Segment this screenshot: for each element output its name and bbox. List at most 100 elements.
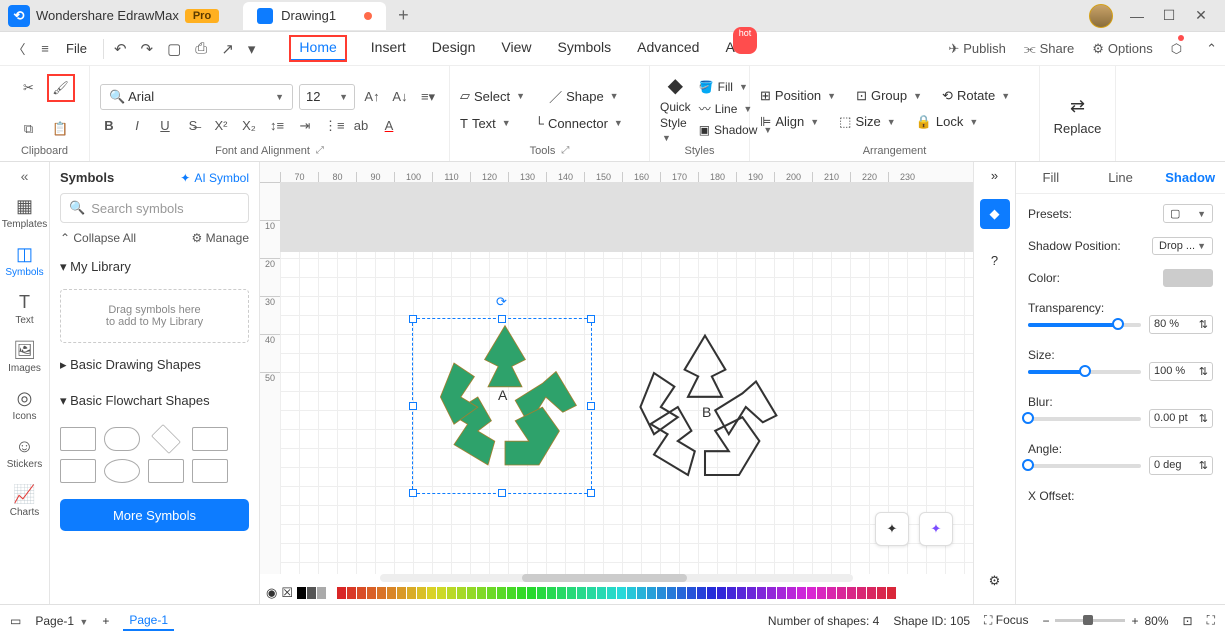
expand-icon[interactable]: ⤢ [561,145,569,157]
dock-text[interactable]: TText [3,286,47,332]
connector-tool[interactable]: └ Connector▼ [535,116,623,131]
dock-collapse-button[interactable]: « [21,168,29,184]
flowchart-shapes-section[interactable]: ▾ Basic Flowchart Shapes [60,387,249,415]
underline-button[interactable]: U [156,118,174,133]
undo-button[interactable]: ↶ [114,40,127,58]
replace-button[interactable]: ⇄ Replace [1050,72,1105,159]
tab-home[interactable]: Home [289,35,346,62]
symbol-search-input[interactable]: 🔍Search symbols [60,193,249,223]
share-button[interactable]: ⫘Share [1024,41,1074,57]
minimize-button[interactable]: — [1121,2,1153,30]
tab-insert[interactable]: Insert [369,35,408,62]
ai-float-button[interactable]: ✦ [919,512,953,546]
text-case-button[interactable]: ab [352,118,370,133]
basic-shapes-section[interactable]: ▸ Basic Drawing Shapes [60,351,249,379]
close-button[interactable]: ✕ [1185,2,1217,30]
superscript-button[interactable]: X² [212,118,230,133]
page-tab[interactable]: Page-1 [123,611,174,631]
shape-tool[interactable]: ／ Shape▼ [549,87,619,106]
paste-button[interactable]: 📋 [49,117,73,141]
avatar[interactable] [1089,4,1113,28]
tab-advanced[interactable]: Advanced [635,35,701,62]
shadow-position-select[interactable]: Drop ...▼ [1152,237,1213,255]
document-tab[interactable]: Drawing1 [243,2,386,30]
manage-button[interactable]: ⚙ Manage [192,231,249,245]
select-tool[interactable]: ▱ Select▼ [460,87,525,106]
color-palette[interactable] [297,587,896,599]
blur-value[interactable]: 0.00 pt⇅ [1149,409,1213,428]
transparency-slider[interactable] [1028,323,1141,327]
selection-box[interactable] [412,318,592,494]
zoom-in-button[interactable]: + [1131,614,1138,628]
italic-button[interactable]: I [128,118,146,133]
shape-diamond[interactable] [151,424,181,454]
shadow-color-select[interactable] [1163,269,1213,287]
options-button[interactable]: ⚙Options [1092,41,1152,57]
back-button[interactable]: 〈 [8,39,30,58]
font-color-button[interactable]: A [380,118,398,133]
prop-tab-shadow[interactable]: Shadow [1155,162,1225,193]
collapse-all-button[interactable]: ⌃ Collapse All [60,231,136,245]
subscript-button[interactable]: X₂ [240,118,258,133]
dock-images[interactable]: 🖼Images [3,334,47,380]
font-size-select[interactable]: 12▼ [299,84,355,110]
shadow-size-slider[interactable] [1028,370,1141,374]
qat-more-button[interactable]: ▾ [248,40,256,58]
blur-slider[interactable] [1028,417,1141,421]
shape-rect3[interactable] [60,459,96,483]
tab-design[interactable]: Design [430,35,478,62]
bullets-button[interactable]: ⋮≡ [324,118,342,134]
dock-charts[interactable]: 📈Charts [3,478,47,524]
file-menu[interactable]: File [60,41,93,56]
shape-rect[interactable] [60,427,96,451]
shadow-size-value[interactable]: 100 %⇅ [1149,362,1213,381]
align-button[interactable]: ≡▾ [417,89,439,105]
beautify-button[interactable]: ✦ [875,512,909,546]
zoom-control[interactable]: − + 80% [1042,614,1168,628]
add-page-button[interactable]: + [102,614,109,628]
cut-button[interactable]: ✂ [17,76,41,100]
eyedropper-icon[interactable]: ◉ [266,585,277,601]
strike-button[interactable]: S̶ [184,118,202,133]
position-button[interactable]: ⊞ Position▼ [760,88,836,104]
save-button[interactable]: ▢ [167,40,181,58]
rotation-handle[interactable]: ⟳ [496,294,507,310]
fit-page-button[interactable]: ⊡ [1183,614,1193,628]
collapse-ribbon-button[interactable]: ⌃ [1206,41,1217,57]
hamburger-icon[interactable]: ≡ [34,41,56,56]
transparency-value[interactable]: 80 %⇅ [1149,315,1213,334]
my-library-dropzone[interactable]: Drag symbols hereto add to My Library [60,289,249,343]
no-color-swatch[interactable]: ☒ [281,585,293,601]
size-button[interactable]: ⬚ Size▼ [839,114,896,130]
copy-button[interactable]: ⧉ [17,117,41,141]
shape-rounded[interactable] [104,427,140,451]
angle-slider[interactable] [1028,464,1141,468]
dock-icons[interactable]: ◎Icons [3,382,47,428]
shape-data[interactable] [192,459,228,483]
help-button[interactable]: ? [980,245,1010,275]
indent-button[interactable]: ⇥ [296,118,314,134]
maximize-button[interactable]: ☐ [1153,2,1185,30]
format-painter-button[interactable]: 🖌 [49,76,73,100]
group-button[interactable]: ⊡ Group▼ [856,88,922,104]
expand-icon[interactable]: ⤢ [316,145,324,157]
decrease-font-button[interactable]: A↓ [389,89,411,104]
tab-symbols[interactable]: Symbols [555,35,613,62]
prop-tab-fill[interactable]: Fill [1016,162,1086,193]
style-panel-button[interactable]: ◆ [980,199,1010,229]
prop-tab-line[interactable]: Line [1086,162,1156,193]
dock-templates[interactable]: ▦Templates [3,190,47,236]
new-tab-button[interactable]: + [398,5,409,26]
focus-button[interactable]: ⛶ Focus [984,613,1028,628]
settings-button[interactable]: ⚙ [980,566,1010,596]
shape-rect2[interactable] [192,427,228,451]
canvas-scrollbar[interactable] [380,574,853,582]
publish-button[interactable]: ✈Publish [948,41,1006,57]
lock-button[interactable]: 🔒 Lock▼ [916,114,979,130]
align-shapes-button[interactable]: ⊫ Align▼ [760,114,819,130]
shape-doc[interactable] [148,459,184,483]
zoom-out-button[interactable]: − [1042,614,1049,628]
angle-value[interactable]: 0 deg⇅ [1149,456,1213,475]
fullscreen-button[interactable]: ⛶ [1207,613,1215,628]
text-tool[interactable]: T Text▼ [460,116,511,131]
